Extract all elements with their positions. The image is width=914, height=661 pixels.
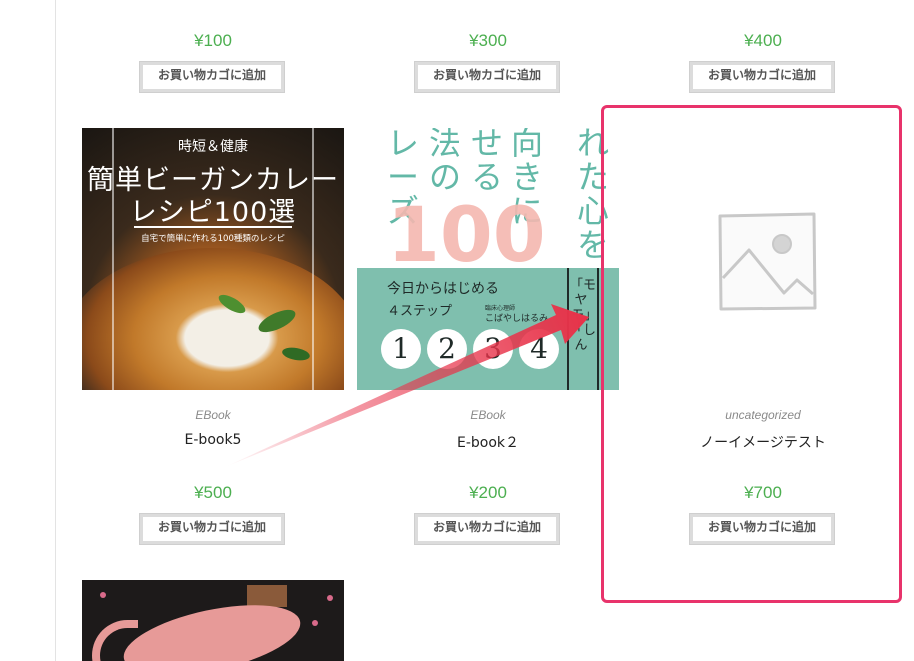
arrow-annotation-icon	[225, 304, 589, 467]
